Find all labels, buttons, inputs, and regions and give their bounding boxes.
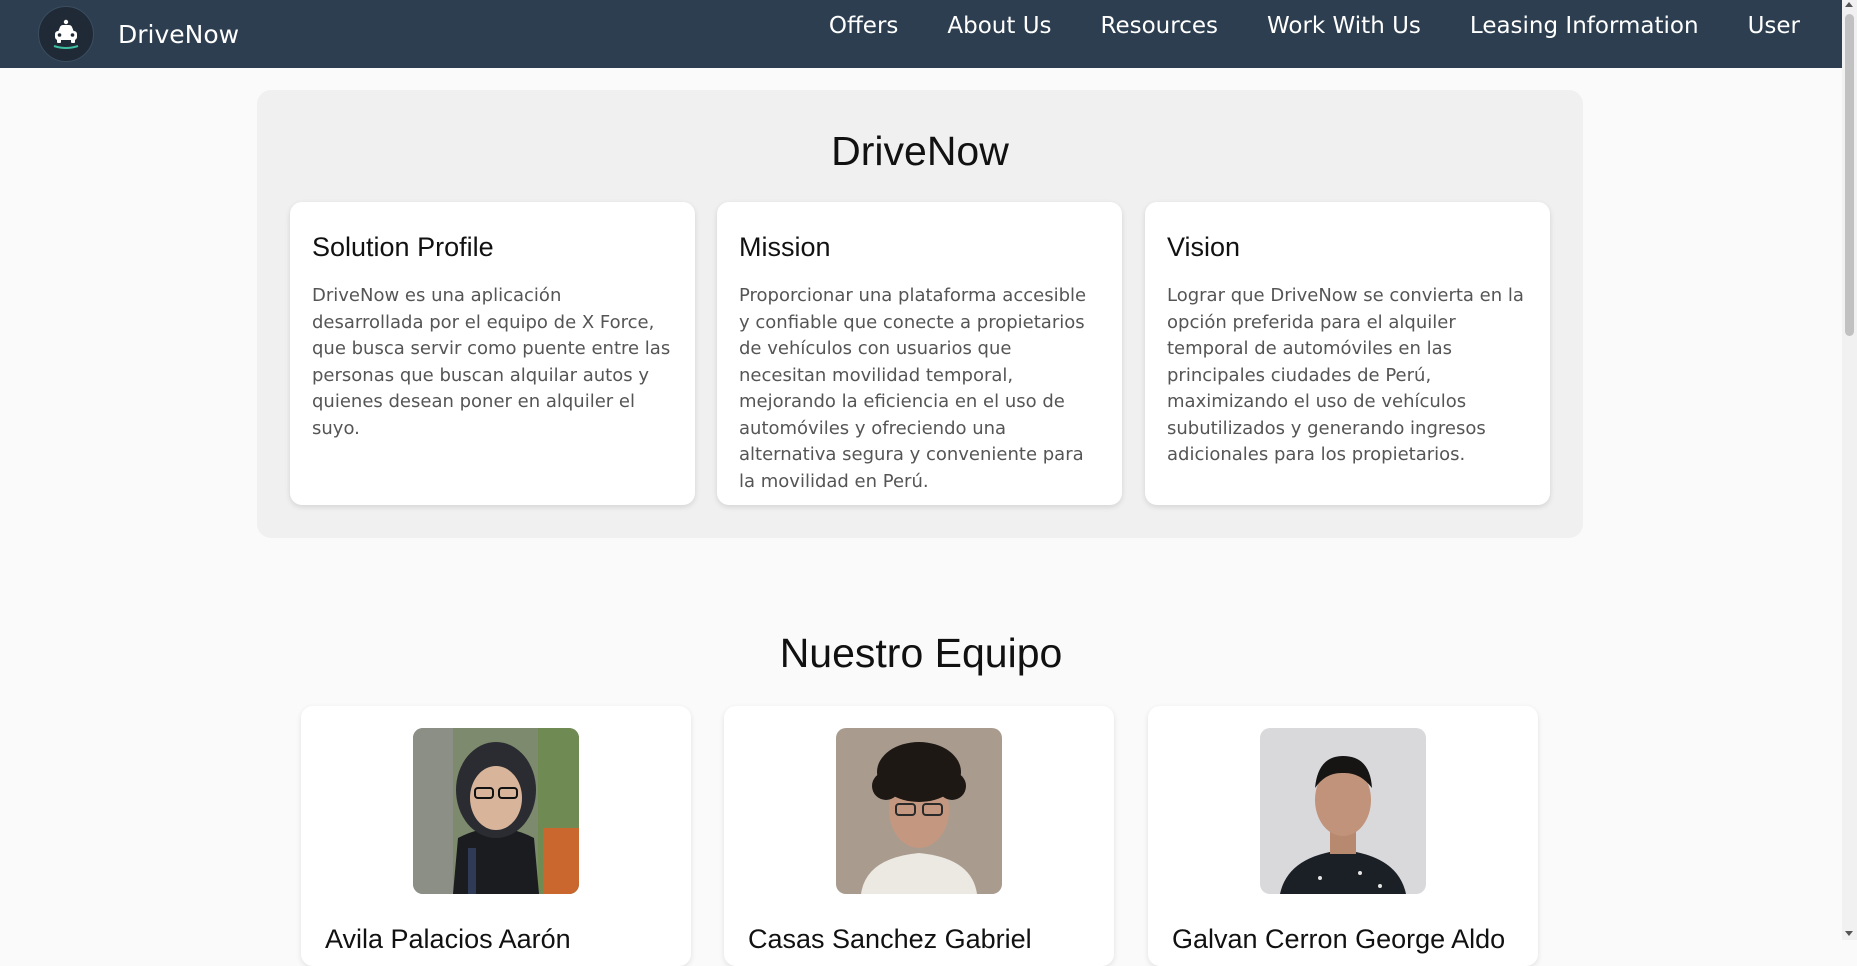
- team-member-card: Casas Sanchez Gabriel: [724, 706, 1114, 966]
- brand-name: DriveNow: [118, 19, 240, 49]
- avatar: [413, 728, 579, 894]
- car-icon: [38, 6, 94, 62]
- nav-user[interactable]: User: [1748, 13, 1800, 39]
- brand[interactable]: DriveNow: [38, 6, 239, 62]
- vertical-scrollbar[interactable]: [1842, 0, 1857, 940]
- solution-profile-card: Solution Profile DriveNow es una aplicac…: [290, 202, 695, 505]
- avatar: [836, 728, 1002, 894]
- card-text: DriveNow es una aplicación desarrollada …: [312, 285, 671, 439]
- scroll-thumb[interactable]: [1845, 14, 1854, 336]
- card-title: Vision: [1167, 232, 1241, 262]
- team-member-card: Galvan Cerron George Aldo: [1148, 706, 1538, 966]
- nav-about-us[interactable]: About Us: [947, 13, 1051, 39]
- card-text: Lograr que DriveNow se convierta en la o…: [1167, 285, 1524, 465]
- nav-work-with-us[interactable]: Work With Us: [1267, 13, 1421, 39]
- card-title: Solution Profile: [312, 232, 494, 262]
- avatar: [1260, 728, 1426, 894]
- scroll-up-arrow-icon[interactable]: [1845, 2, 1853, 7]
- nav-offers[interactable]: Offers: [829, 13, 899, 39]
- nav-resources[interactable]: Resources: [1101, 13, 1218, 39]
- nav-leasing-information[interactable]: Leasing Information: [1470, 13, 1699, 39]
- mission-card: Mission Proporcionar una plataforma acce…: [717, 202, 1122, 505]
- team-member-card: Avila Palacios Aarón: [301, 706, 691, 966]
- about-title: DriveNow: [831, 128, 1009, 174]
- top-navbar: DriveNow Offers About Us Resources Work …: [0, 0, 1842, 68]
- card-text: Proporcionar una plataforma accesible y …: [739, 285, 1087, 492]
- scroll-down-arrow-icon[interactable]: [1845, 931, 1853, 936]
- about-section: DriveNow Solution Profile DriveNow es un…: [257, 90, 1583, 538]
- card-title: Mission: [739, 232, 831, 262]
- team-title: Nuestro Equipo: [779, 630, 1063, 676]
- nav-links: Offers About Us Resources Work With Us L…: [829, 0, 1800, 52]
- vision-card: Vision Lograr que DriveNow se convierta …: [1145, 202, 1550, 505]
